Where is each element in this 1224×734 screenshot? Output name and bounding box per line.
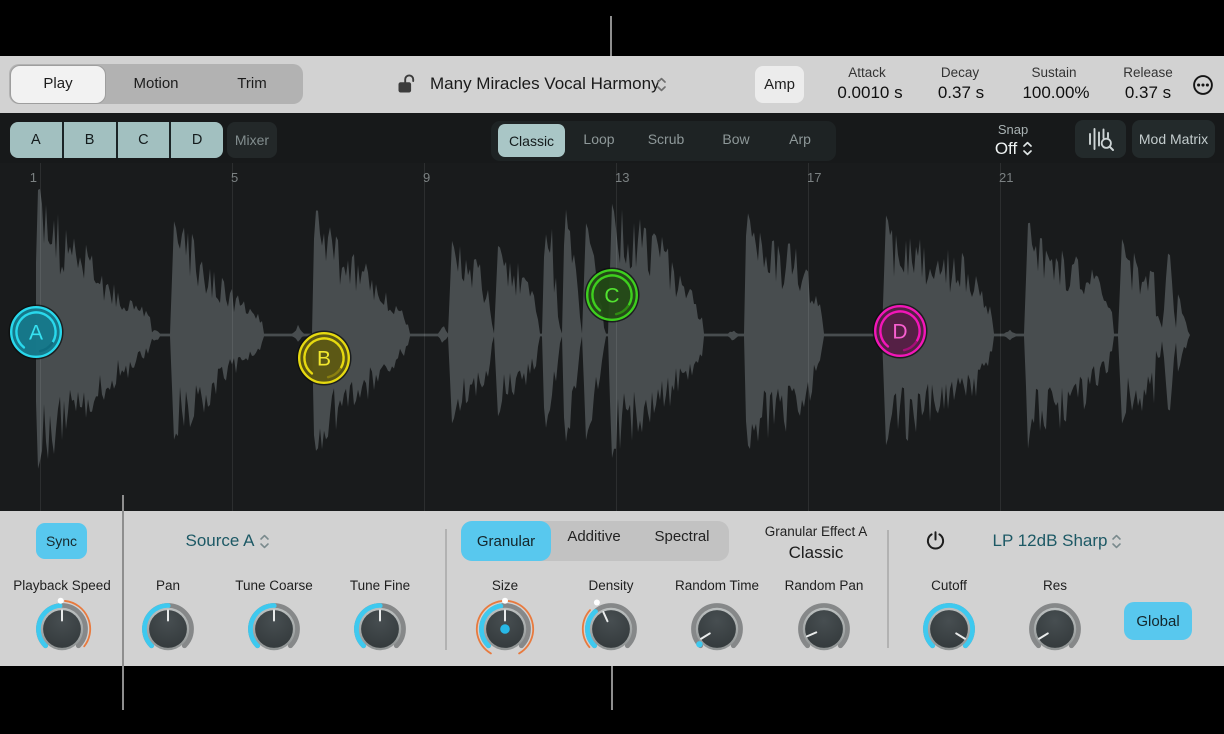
svg-text:17: 17 <box>807 170 821 185</box>
svg-text:D: D <box>892 321 907 344</box>
svg-text:1: 1 <box>30 170 37 185</box>
svg-text:C: C <box>604 285 619 308</box>
svg-text:A: A <box>29 322 43 345</box>
svg-text:21: 21 <box>999 170 1013 185</box>
svg-text:9: 9 <box>423 170 430 185</box>
svg-text:13: 13 <box>615 170 629 185</box>
svg-text:B: B <box>317 348 331 371</box>
svg-text:5: 5 <box>231 170 238 185</box>
